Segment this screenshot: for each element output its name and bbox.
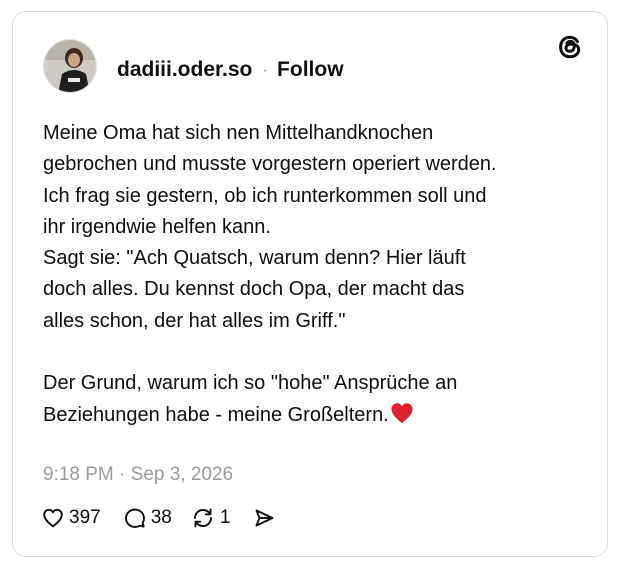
separator-dot: · bbox=[262, 60, 269, 79]
threads-post-card: dadiii.oder.so · Follow Meine Oma hat si… bbox=[12, 11, 608, 557]
speech-bubble-icon bbox=[123, 506, 147, 530]
post-text-line: Sagt sie: "Ach Quatsch, warum denn? Hier… bbox=[43, 247, 466, 270]
username[interactable]: dadiii.oder.so bbox=[117, 58, 252, 82]
action-bar: 397 38 1 bbox=[41, 503, 276, 533]
follow-button[interactable]: Follow bbox=[277, 58, 344, 82]
post-text-line: ihr irgendwie helfen kann. bbox=[43, 215, 271, 238]
post-text-line: Der Grund, warum ich so "hohe" Ansprüche… bbox=[43, 372, 458, 395]
like-count: 397 bbox=[69, 507, 101, 528]
avatar[interactable] bbox=[43, 39, 97, 93]
like-button[interactable]: 397 bbox=[41, 506, 101, 530]
reply-button[interactable]: 38 bbox=[123, 506, 172, 530]
red-heart-icon bbox=[390, 402, 414, 434]
post-timestamp[interactable]: 9:18 PM · Sep 3, 2026 bbox=[43, 464, 233, 486]
post-text-line-last: Beziehungen habe - meine Großeltern. bbox=[43, 400, 583, 434]
share-button[interactable] bbox=[252, 506, 276, 530]
post-text-line: Meine Oma hat sich nen Mittelhandknochen bbox=[43, 122, 434, 144]
paragraph-break bbox=[43, 337, 583, 368]
post-text-line: doch alles. Du kennst doch Opa, der mach… bbox=[43, 278, 465, 301]
post-text-fragment: Beziehungen habe - meine Großeltern. bbox=[43, 403, 389, 426]
post-text-line: Ich frag sie gestern, ob ich runterkomme… bbox=[43, 184, 487, 207]
avatar-photo bbox=[44, 40, 96, 92]
threads-logo-icon[interactable] bbox=[555, 32, 585, 62]
repost-icon bbox=[190, 506, 216, 530]
post-header: dadiii.oder.so · Follow bbox=[117, 56, 344, 84]
post-text-line: alles schon, der hat alles im Griff." bbox=[43, 309, 346, 332]
reply-count: 38 bbox=[150, 507, 172, 528]
send-icon bbox=[252, 506, 276, 530]
repost-button[interactable]: 1 bbox=[190, 506, 231, 530]
post-body: Meine Oma hat sich nen Mittelhandknochen… bbox=[43, 118, 583, 434]
heart-icon bbox=[41, 506, 65, 530]
repost-count: 1 bbox=[219, 507, 231, 528]
post-text-line: gebrochen und musste vorgestern operiert… bbox=[43, 153, 497, 176]
